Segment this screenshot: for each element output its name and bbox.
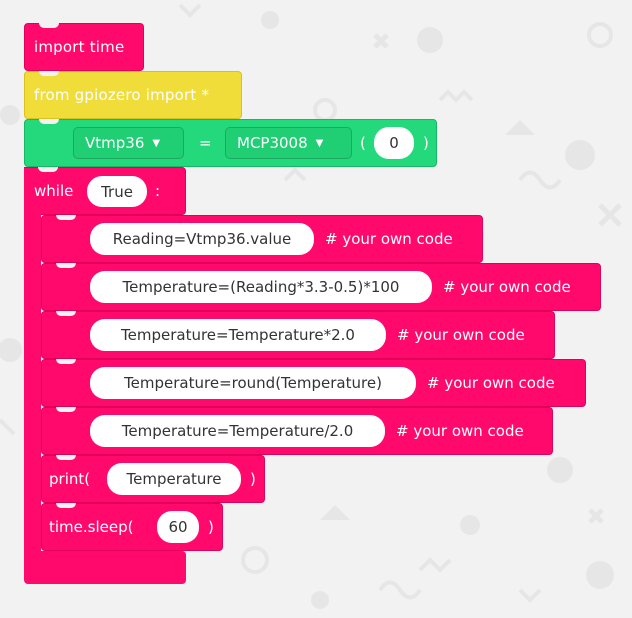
block-notch — [56, 503, 76, 508]
while-colon: : — [155, 182, 161, 200]
comment-label: # your own code — [396, 422, 524, 440]
block-notch — [56, 407, 76, 412]
from-gpiozero-import-label: from gpiozero import * — [34, 86, 210, 104]
while-keyword: while — [34, 182, 74, 200]
comment-label: # your own code — [325, 230, 453, 248]
block-notch — [56, 311, 76, 316]
block-notch — [56, 455, 76, 460]
sleep-argument-input[interactable]: 60 — [157, 511, 199, 543]
block-notch — [56, 359, 76, 364]
block-notch — [39, 71, 59, 76]
block-notch — [56, 263, 76, 268]
print-close-paren: ) — [250, 470, 256, 488]
print-argument-input[interactable]: Temperature — [107, 463, 241, 495]
while-block-spine — [24, 210, 41, 560]
caret-down-icon: ▼ — [152, 137, 161, 149]
code-input[interactable]: Temperature=Temperature*2.0 — [90, 319, 386, 351]
block-notch — [39, 119, 59, 124]
while-condition-input[interactable]: True — [87, 176, 147, 207]
caret-down-icon: ▼ — [315, 137, 324, 149]
variable-dropdown[interactable]: Vtmp36 ▼ — [73, 127, 184, 159]
function-name: MCP3008 — [237, 134, 308, 152]
block-notch — [38, 167, 58, 172]
equals-sign: = — [199, 134, 212, 152]
function-dropdown[interactable]: MCP3008 ▼ — [225, 127, 352, 159]
from-gpiozero-import-block[interactable]: from gpiozero import * — [24, 71, 242, 119]
code-input[interactable]: Reading=Vtmp36.value — [90, 223, 314, 255]
code-input[interactable]: Temperature=round(Temperature) — [90, 367, 416, 399]
comment-label: # your own code — [427, 374, 555, 392]
print-label: print( — [49, 470, 91, 488]
sleep-close-paren: ) — [208, 518, 214, 536]
open-paren: ( — [360, 134, 366, 152]
code-input[interactable]: Temperature=(Reading*3.3-0.5)*100 — [90, 271, 432, 303]
while-block-footer — [24, 551, 186, 584]
import-time-label: import time — [34, 38, 125, 56]
comment-label: # your own code — [443, 278, 571, 296]
variable-name: Vtmp36 — [85, 134, 145, 152]
block-notch — [39, 23, 59, 28]
channel-input[interactable]: 0 — [374, 127, 414, 159]
comment-label: # your own code — [397, 326, 525, 344]
sleep-label: time.sleep( — [49, 518, 134, 536]
block-notch — [56, 215, 76, 220]
import-time-block[interactable]: import time — [24, 23, 144, 71]
close-paren: ) — [423, 134, 429, 152]
code-input[interactable]: Temperature=Temperature/2.0 — [90, 415, 385, 447]
